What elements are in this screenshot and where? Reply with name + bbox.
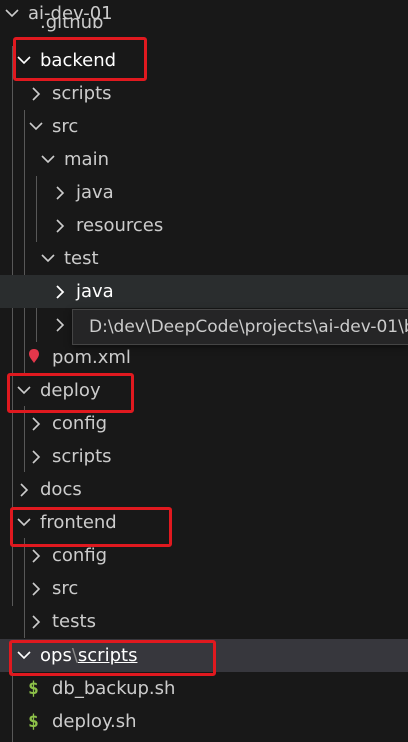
tree-item-frontend-tests[interactable]: tests — [0, 605, 408, 638]
tree-item-main-java[interactable]: java — [0, 176, 408, 209]
tree-item-label: deploy.sh — [52, 711, 137, 732]
tree-item-frontend-src[interactable]: src — [0, 572, 408, 605]
tree-item-resources[interactable]: resources — [0, 209, 408, 242]
tree-item-label: src — [52, 116, 79, 137]
chevron-down-icon — [40, 143, 56, 176]
tree-item-label: docs — [40, 479, 82, 500]
shell-file-icon: $ — [28, 678, 39, 699]
tree-item-label: java — [76, 281, 114, 302]
chevron-down-icon — [28, 110, 44, 143]
chevron-right-icon — [54, 275, 70, 308]
tree-item-test-java[interactable]: java — [0, 275, 408, 308]
tree-item-label: resources — [76, 215, 164, 236]
tree-item-label: pom.xml — [52, 347, 131, 368]
tree-item-docs[interactable]: docs — [0, 473, 408, 506]
tree-item-label: tests — [52, 611, 96, 632]
tree-item-label: main — [64, 149, 109, 170]
tree-item-label: java — [76, 182, 114, 203]
chevron-down-icon — [40, 242, 56, 275]
xml-file-icon — [28, 341, 40, 374]
chevron-right-icon — [18, 473, 34, 506]
tree-item-label: src — [52, 578, 79, 599]
chevron-right-icon — [30, 572, 46, 605]
tree-item-deploy-scripts[interactable]: scripts — [0, 440, 408, 473]
tree-item-backend-scripts[interactable]: scripts — [0, 77, 408, 110]
annotation-box-deploy — [7, 373, 134, 413]
tree-item-label: scripts — [52, 83, 112, 104]
chevron-right-icon — [30, 77, 46, 110]
annotation-box-ops-scripts — [9, 640, 216, 676]
tree-item-label: .github — [40, 18, 104, 33]
chevron-right-icon — [54, 209, 70, 242]
annotation-box-frontend — [10, 507, 172, 547]
annotation-box-backend — [13, 37, 147, 81]
shell-file-icon: $ — [28, 711, 39, 732]
tree-item-deploy-sh[interactable]: $ deploy.sh — [0, 705, 408, 738]
chevron-right-icon — [54, 308, 70, 341]
tree-item-test[interactable]: test — [0, 242, 408, 275]
path-tooltip: D:\dev\DeepCode\projects\ai-dev-01\backe… — [72, 309, 408, 345]
chevron-right-icon — [30, 440, 46, 473]
chevron-right-icon — [30, 605, 46, 638]
tree-item-pom[interactable]: pom.xml — [0, 341, 408, 374]
tree-item-db-backup[interactable]: $ db_backup.sh — [0, 672, 408, 705]
tree-item-label: scripts — [52, 446, 112, 467]
tree-item-label: test — [64, 248, 99, 269]
chevron-right-icon — [54, 176, 70, 209]
explorer-tree: ai-dev-01 .github backend scripts src ma… — [0, 0, 408, 742]
tree-item-github[interactable]: .github — [0, 18, 408, 38]
tree-item-label: db_backup.sh — [52, 678, 176, 699]
tree-item-main[interactable]: main — [0, 143, 408, 176]
tree-item-backend-src[interactable]: src — [0, 110, 408, 143]
